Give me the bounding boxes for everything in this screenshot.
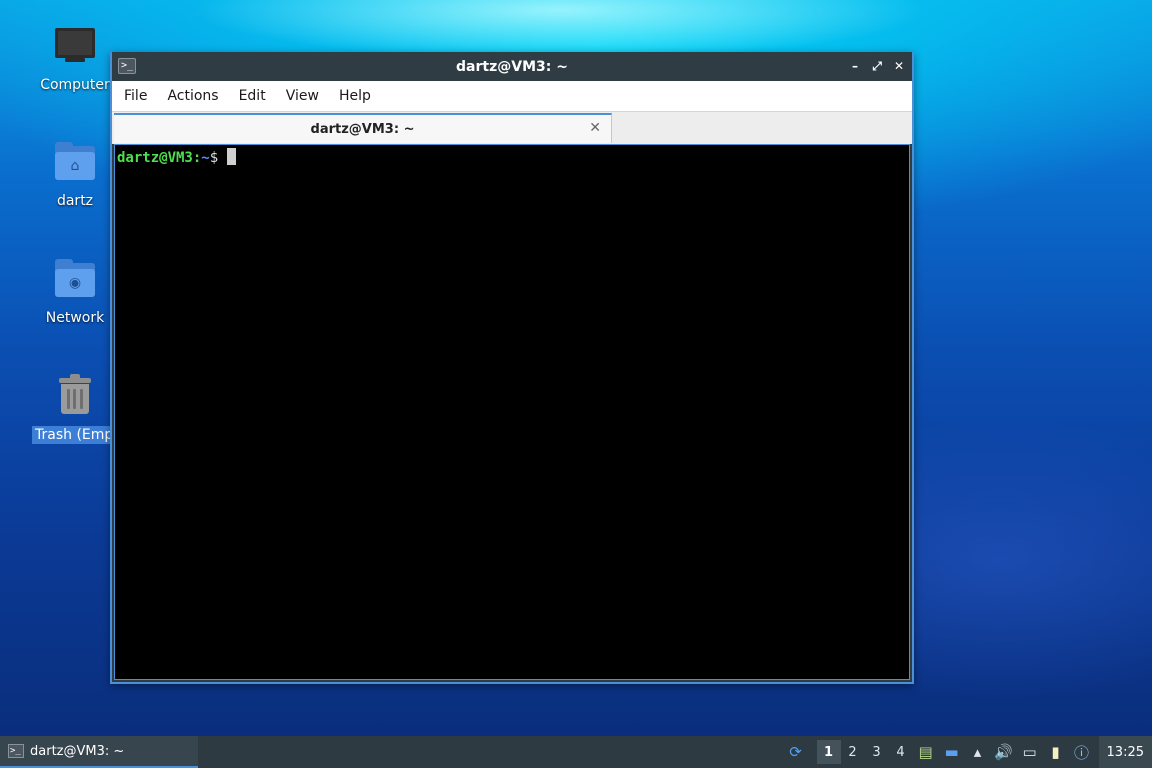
minimize-button[interactable]: – — [848, 58, 862, 74]
network-icon[interactable]: ▭ — [1018, 740, 1042, 764]
prompt-symbol: $ — [209, 150, 219, 166]
desktop-icon-label: Network — [45, 310, 105, 326]
window-controls: – ⤢ ✕ — [848, 58, 906, 74]
tab-title: dartz@VM3: ~ — [310, 121, 415, 137]
menu-file[interactable]: File — [114, 88, 157, 104]
taskbar: >_ dartz@VM3: ~ ⟳ 1 2 3 4 ▤ ▬ ▴ 🔊 ▭ ▮ ⓘ … — [0, 736, 1152, 768]
terminal-icon: >_ — [8, 744, 24, 758]
text-cursor — [227, 148, 237, 165]
tab-close-icon[interactable]: ✕ — [589, 120, 601, 136]
volume-icon[interactable]: 🔊 — [992, 740, 1016, 764]
menu-help[interactable]: Help — [329, 88, 381, 104]
computer-icon — [51, 22, 99, 70]
terminal-output[interactable]: dartz@VM3:~$ — [114, 144, 910, 680]
system-tray: ⟳ 1 2 3 4 ▤ ▬ ▴ 🔊 ▭ ▮ ⓘ 13:25 — [783, 736, 1152, 768]
desktop-icon-label: Computer — [40, 77, 110, 93]
workspace-4[interactable]: 4 — [889, 740, 913, 764]
menubar: File Actions Edit View Help — [112, 81, 912, 111]
app-menu-icon[interactable]: ⟳ — [784, 740, 808, 764]
taskbar-window-label: dartz@VM3: ~ — [30, 743, 125, 759]
tab-terminal[interactable]: dartz@VM3: ~ ✕ — [114, 113, 612, 143]
workspace-2[interactable]: 2 — [841, 740, 865, 764]
home-folder-icon: ⌂ — [51, 138, 99, 186]
clipboard-icon[interactable]: ▤ — [914, 740, 938, 764]
taskbar-window-button[interactable]: >_ dartz@VM3: ~ — [0, 736, 198, 768]
show-desktop-icon[interactable]: ▬ — [940, 740, 964, 764]
notification-icon[interactable]: ⓘ — [1070, 740, 1094, 764]
prompt-user-host: dartz@VM3 — [117, 150, 193, 166]
desktop-icon-label: dartz — [56, 193, 94, 209]
notes-icon[interactable]: ▮ — [1044, 740, 1068, 764]
terminal-window: >_ dartz@VM3: ~ – ⤢ ✕ File Actions Edit … — [110, 52, 914, 684]
prompt-path: ~ — [201, 150, 210, 166]
desktop-icon-label: Trash (Empt — [32, 426, 118, 444]
window-title: dartz@VM3: ~ — [456, 58, 568, 75]
menu-actions[interactable]: Actions — [157, 88, 228, 104]
tray-expand-icon[interactable]: ▴ — [966, 740, 990, 764]
clock[interactable]: 13:25 — [1098, 736, 1152, 768]
menu-view[interactable]: View — [276, 88, 329, 104]
close-button[interactable]: ✕ — [892, 58, 906, 74]
menu-edit[interactable]: Edit — [229, 88, 276, 104]
terminal-app-icon[interactable]: >_ — [118, 58, 136, 74]
window-titlebar[interactable]: >_ dartz@VM3: ~ – ⤢ ✕ — [112, 52, 912, 81]
tab-bar: dartz@VM3: ~ ✕ — [112, 111, 912, 144]
trash-icon — [51, 372, 99, 420]
maximize-button[interactable]: ⤢ — [870, 58, 884, 74]
network-folder-icon: ◉ — [51, 255, 99, 303]
workspace-3[interactable]: 3 — [865, 740, 889, 764]
workspace-1[interactable]: 1 — [816, 740, 841, 764]
